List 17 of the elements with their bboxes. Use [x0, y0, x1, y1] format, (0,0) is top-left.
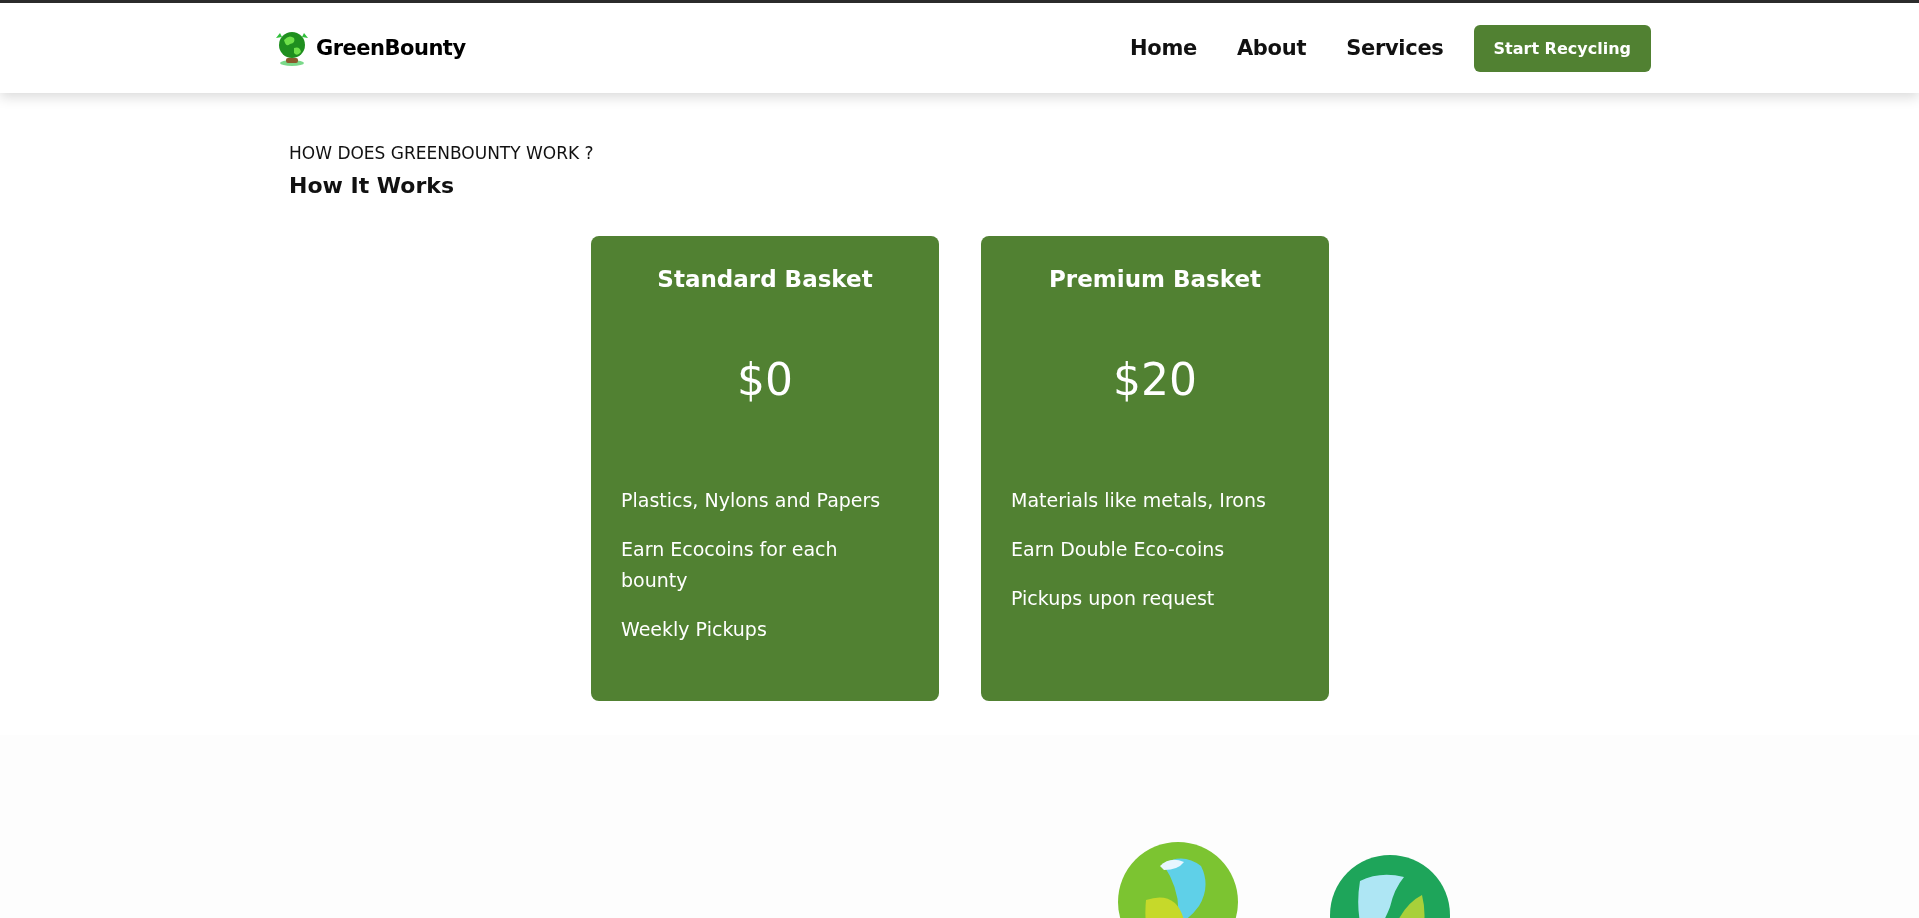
nav-link[interactable]: Home: [1130, 36, 1197, 60]
nav-link[interactable]: Services: [1346, 36, 1444, 60]
plan-feature: Materials like metals, Irons: [1011, 488, 1267, 513]
plan-feature: Pickups upon request: [1011, 586, 1216, 611]
plan-feature: Earn Double Eco-coins: [1011, 537, 1226, 562]
nav-link[interactable]: About: [1236, 36, 1307, 60]
section-eyebrow: HOW DOES GREENBOUNTY WORK ?: [289, 143, 595, 163]
plan-title: Premium Basket: [1048, 266, 1262, 292]
plan-title: Standard Basket: [656, 266, 874, 292]
plan-feature: Weekly Pickups: [621, 617, 768, 642]
plan-feature: Plastics, Nylons and Papers: [621, 488, 882, 513]
start-recycling-button[interactable]: Start Recycling: [1473, 24, 1651, 72]
plan-price: $0: [736, 354, 794, 405]
plan-feature: Earn Ecocoins for each bounty: [621, 537, 839, 593]
section-title: How It Works: [289, 173, 456, 198]
brand-name[interactable]: GreenBounty: [316, 36, 466, 60]
plan-price: $20: [1112, 354, 1198, 405]
